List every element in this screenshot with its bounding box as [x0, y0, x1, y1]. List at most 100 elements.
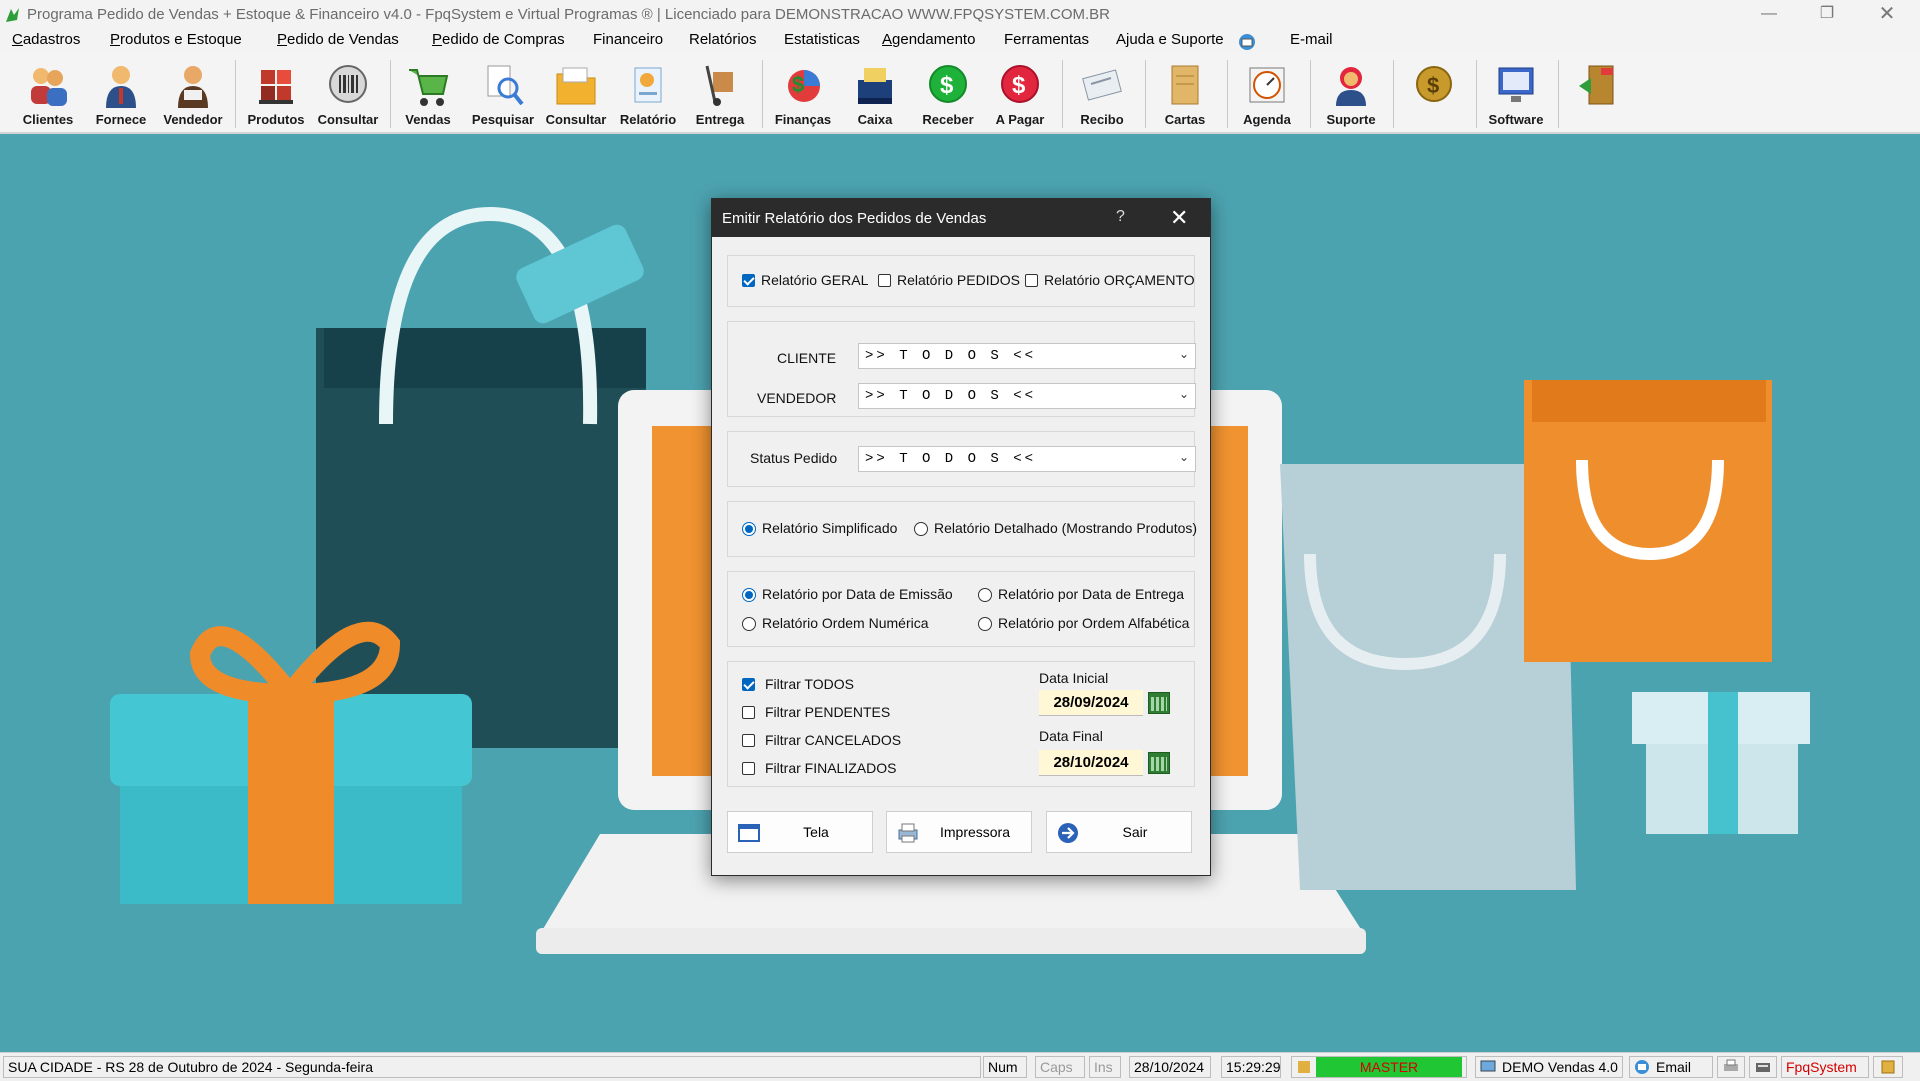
sair-button[interactable]: Sair [1046, 811, 1192, 853]
menu-email[interactable]: E-mail [1290, 31, 1333, 48]
minimize-button[interactable]: — [1740, 0, 1798, 30]
toolbar-label: Vendedor [163, 112, 223, 127]
toolbar-cartas-button[interactable]: Cartas [1150, 58, 1220, 130]
toolbar-vendas-button[interactable]: Vendas [393, 58, 463, 130]
impressora-button[interactable]: Impressora [886, 811, 1032, 853]
menu-estatisticas[interactable]: Estatisticas [784, 31, 860, 48]
toolbar-caixa-button[interactable]: Caixa [840, 58, 910, 130]
relatorio-simplificado-radio[interactable] [742, 522, 756, 536]
pay-dollar-icon: $ [1001, 65, 1039, 103]
relatorio-pedidos-label: Relatório PEDIDOS [897, 272, 1020, 288]
menu-relatorios[interactable]: Relatórios [689, 31, 757, 48]
data-inicial-input[interactable]: 28/09/2024 [1039, 690, 1143, 716]
toolbar-produtos-button[interactable]: Produtos [241, 58, 311, 130]
toolbar-label: Finanças [774, 112, 832, 127]
relatorio-detalhado-radio[interactable] [914, 522, 928, 536]
status-user: MASTER [1291, 1056, 1467, 1078]
close-window-button[interactable]: ✕ [1858, 0, 1916, 30]
menu-pedido-compras[interactable]: Pedido de Compras [432, 31, 565, 48]
toolbar-consultar-produtos-button[interactable]: Consultar [313, 58, 383, 130]
menu-cadastros[interactable]: Cadastros [12, 31, 80, 48]
data-entrega-label: Relatório por Data de Entrega [998, 586, 1184, 602]
status-date: 28/10/2024 [1129, 1056, 1211, 1078]
hand-truck-icon [705, 65, 733, 106]
email-icon [1635, 1060, 1649, 1074]
impressora-button-label: Impressora [939, 824, 1011, 840]
toolbar-suporte-button[interactable]: Suporte [1316, 58, 1386, 130]
barcode-scan-icon [329, 65, 367, 103]
exit-door-icon [1579, 65, 1614, 105]
tela-button[interactable]: Tela [727, 811, 873, 853]
relatorio-pedidos-checkbox[interactable] [878, 274, 891, 287]
menu-produtos-estoque[interactable]: Produtos e Estoque [110, 31, 242, 48]
filtrar-finalizados-checkbox[interactable] [742, 762, 755, 775]
data-final-input[interactable]: 28/10/2024 [1039, 750, 1143, 776]
relatorio-orcamento-label: Relatório ORÇAMENTO [1044, 272, 1195, 288]
ordem-numerica-radio[interactable] [742, 617, 756, 631]
svg-text:$: $ [940, 72, 954, 99]
menu-ferramentas[interactable]: Ferramentas [1004, 31, 1089, 48]
menu-bar: Cadastros Produtos e Estoque Pedido de V… [0, 30, 1920, 54]
menu-pedido-vendas[interactable]: Pedido de Vendas [277, 31, 399, 48]
calendar-icon[interactable] [1148, 692, 1170, 714]
toolbar-relatorio-button[interactable]: Relatório [613, 58, 683, 130]
toolbar-separator [1393, 60, 1394, 128]
report-dialog: Emitir Relatório dos Pedidos de Vendas ?… [711, 198, 1211, 876]
calendar-icon[interactable] [1148, 752, 1170, 774]
status-pedido-combobox[interactable]: >> T O D O S << ⌄ [858, 446, 1196, 472]
software-monitor-icon [1498, 67, 1534, 102]
toolbar-a-pagar-button[interactable]: $ A Pagar [985, 58, 1055, 130]
cliente-combobox[interactable]: >> T O D O S << ⌄ [858, 343, 1196, 369]
toolbar-agenda-button[interactable]: Agenda [1232, 58, 1302, 130]
filtrar-todos-checkbox[interactable] [742, 678, 755, 691]
toolbar-label: Caixa [857, 112, 893, 127]
status-printer-button[interactable] [1717, 1056, 1745, 1078]
filtrar-cancelados-checkbox[interactable] [742, 734, 755, 747]
toolbar-clientes-button[interactable]: Clientes [13, 58, 83, 130]
toolbar-label: Consultar [317, 112, 379, 127]
relatorio-geral-checkbox[interactable] [742, 274, 755, 287]
agenda-clock-icon [1249, 67, 1285, 103]
menu-agendamento[interactable]: Agendamento [882, 31, 975, 48]
vendedor-combobox[interactable]: >> T O D O S << ⌄ [858, 383, 1196, 409]
menu-financeiro[interactable]: Financeiro [593, 31, 663, 48]
status-calculator-button[interactable] [1749, 1056, 1777, 1078]
detail-level-group: Relatório Simplificado Relatório Detalha… [727, 501, 1197, 557]
data-emissao-radio[interactable] [742, 588, 756, 602]
status-caps: Caps [1035, 1056, 1085, 1078]
toolbar-recibo-button[interactable]: Recibo [1067, 58, 1137, 130]
products-boxes-icon [259, 70, 293, 104]
window-title-bar: Programa Pedido de Vendas + Estoque & Fi… [0, 0, 1920, 30]
toolbar-fornece-button[interactable]: Fornece [86, 58, 156, 130]
data-entrega-radio[interactable] [978, 588, 992, 602]
toolbar-donate-button[interactable]: $ [1399, 58, 1469, 130]
relatorio-orcamento-checkbox[interactable] [1025, 274, 1038, 287]
toolbar-label: Recibo [1080, 112, 1124, 127]
toolbar-entrega-button[interactable]: Entrega [685, 58, 755, 130]
status-lock-button[interactable] [1873, 1056, 1903, 1078]
toolbar-receber-button[interactable]: $ Receber [913, 58, 983, 130]
toolbar-vendedor-button[interactable]: Vendedor [158, 58, 228, 130]
toolbar-pesquisar-button[interactable]: Pesquisar [468, 58, 538, 130]
menu-ajuda-suporte[interactable]: Ajuda e Suporte [1116, 31, 1224, 48]
toolbar-separator [762, 60, 763, 128]
toolbar-exit-button[interactable] [1563, 58, 1633, 130]
restore-button[interactable]: ❐ [1798, 0, 1856, 30]
window-screen-icon [738, 824, 760, 842]
toolbar-label: A Pagar [995, 112, 1045, 127]
toolbar-label: Fornece [95, 112, 147, 127]
filtrar-pendentes-checkbox[interactable] [742, 706, 755, 719]
toolbar-software-button[interactable]: Software [1481, 58, 1551, 130]
help-button[interactable]: ? [1116, 208, 1125, 226]
data-inicial-label: Data Inicial [1039, 670, 1109, 686]
toolbar-label: Consultar [545, 112, 607, 127]
report-icon [634, 67, 662, 103]
ordem-alfabetica-radio[interactable] [978, 617, 992, 631]
email-globe-icon[interactable] [1237, 32, 1257, 52]
toolbar-financas-button[interactable]: $ Finanças [768, 58, 838, 130]
toolbar-consultar-button[interactable]: Consultar [541, 58, 611, 130]
dialog-close-button[interactable]: ✕ [1170, 205, 1188, 231]
cliente-vendedor-group: CLIENTE >> T O D O S << ⌄ VENDEDOR >> T … [727, 321, 1196, 417]
status-email-button[interactable]: Email [1629, 1056, 1713, 1078]
status-version-text: DEMO Vendas 4.0 [1502, 1059, 1618, 1075]
